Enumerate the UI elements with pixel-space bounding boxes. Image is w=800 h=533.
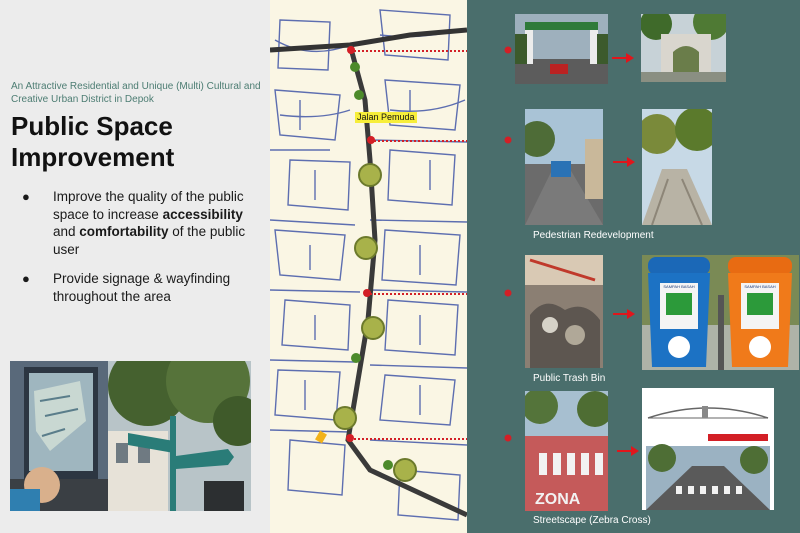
gate-street-photo (515, 14, 608, 84)
zebra-cross-photo: ZONA (525, 391, 608, 511)
signage-map-board-photo (10, 361, 108, 511)
right-panel: Pedestrian Redevelopment SAMPAH BASAH SA… (467, 0, 800, 533)
title-line-1: Public Space (11, 111, 173, 141)
caption-pedestrian-redevelopment: Pedestrian Redevelopment (533, 230, 654, 241)
title-line-2: Improvement (11, 142, 175, 172)
arrow-right-icon (617, 446, 639, 456)
streetscape-design-photo (642, 388, 774, 510)
arrow-right-icon (613, 309, 635, 319)
wayfinding-sign-photo (108, 361, 251, 511)
caption-public-trash-bin: Public Trash Bin (533, 373, 606, 384)
page-title: Public Space Improvement (11, 111, 174, 173)
caption-streetscape-zebra-cross: Streetscape (Zebra Cross) (533, 515, 651, 526)
wayfinding-illustration (108, 361, 251, 511)
trash-bins-photo: SAMPAH BASAH SAMPAH BASAH (642, 255, 799, 370)
trash-pile-photo (525, 255, 603, 368)
zona-text: ZONA (535, 491, 581, 508)
street-map (270, 0, 467, 533)
map-illustration (270, 0, 467, 533)
bullet-icon: ● (22, 271, 30, 286)
left-panel: An Attractive Residential and Unique (Mu… (0, 0, 270, 533)
bullet-icon: ● (22, 189, 30, 204)
subtitle: An Attractive Residential and Unique (Mu… (11, 81, 261, 105)
bullet-bold-comfortability: comfortability (79, 224, 169, 239)
blue-bin-label: SAMPAH BASAH (663, 284, 695, 289)
bullet-text-signage: Provide signage & wayfinding throughout … (53, 271, 231, 304)
heritage-gate-photo (641, 14, 726, 82)
route-label-jalan-pemuda: Jalan Pemuda (355, 112, 417, 123)
bullet-item-signage: ● Provide signage & wayfinding throughou… (22, 270, 262, 305)
bullet-list: ● Improve the quality of the public spac… (22, 188, 262, 317)
arrow-right-icon (612, 53, 634, 63)
road-bus-photo (525, 109, 603, 225)
orange-bin-label: SAMPAH BASAH (744, 284, 776, 289)
signage-board-illustration (10, 361, 108, 511)
arrow-right-icon (613, 157, 635, 167)
bullet-bold-accessibility: accessibility (162, 206, 243, 222)
pedestrian-walkway-photo (642, 109, 712, 225)
bullet-item-quality: ● Improve the quality of the public spac… (22, 188, 262, 258)
bullet-text-part2: and (53, 224, 80, 239)
